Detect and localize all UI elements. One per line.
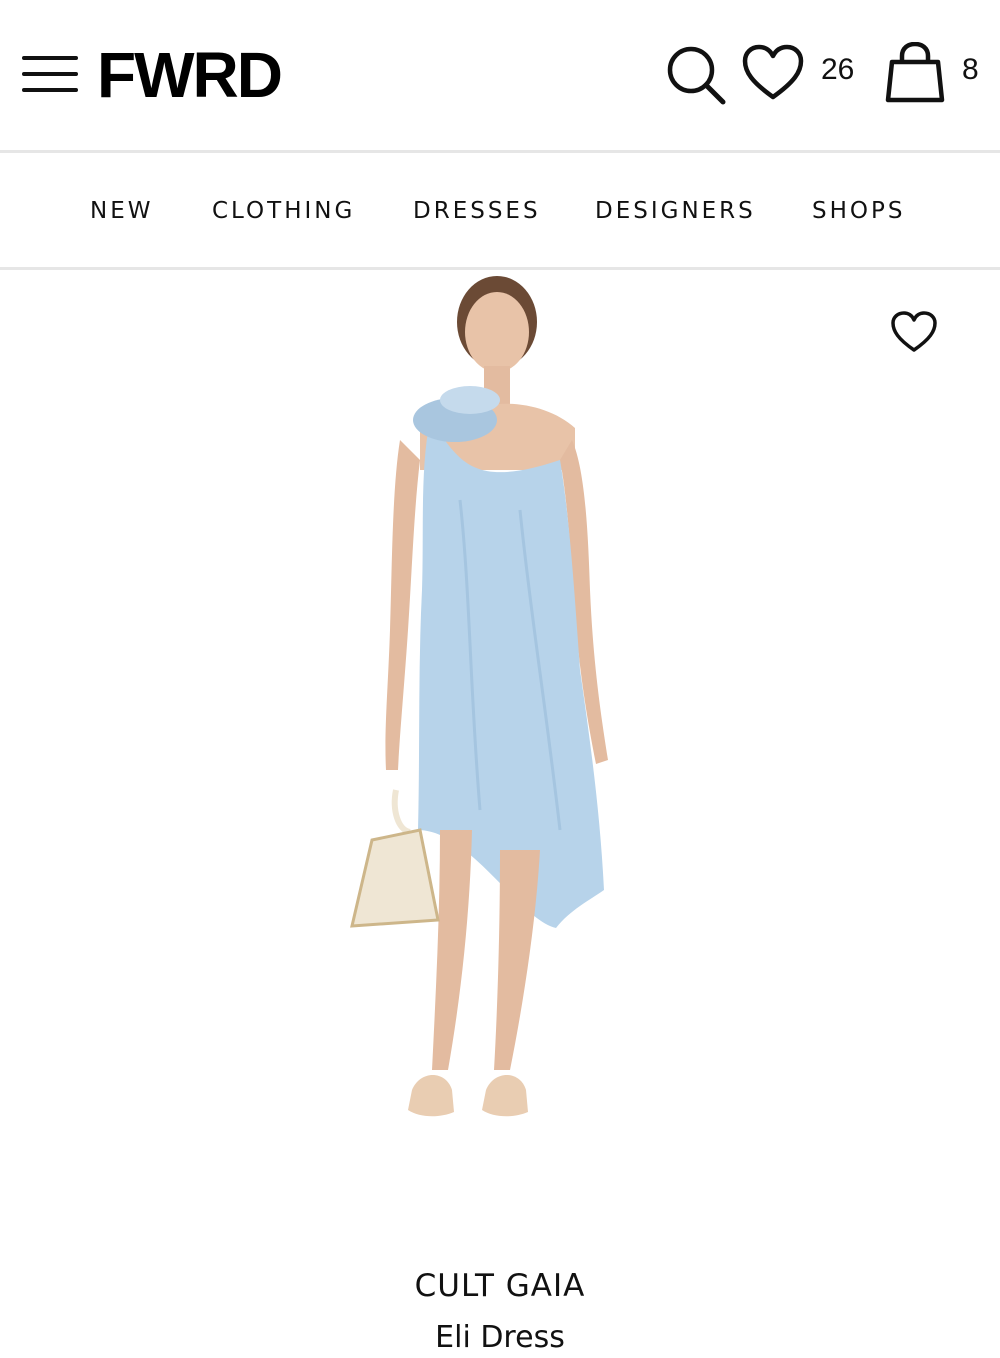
site-header: FWRD 26 8 — [0, 0, 1000, 153]
nav-item-clothing[interactable]: CLOTHING — [212, 197, 355, 225]
bag-count: 8 — [962, 53, 979, 86]
wishlist-count: 26 — [821, 53, 855, 86]
shopping-bag-icon[interactable] — [884, 41, 946, 104]
model-face — [465, 292, 529, 372]
site-logo[interactable]: FWRD — [97, 40, 283, 110]
model-leg-left — [432, 830, 472, 1070]
model-arm-left — [385, 440, 420, 770]
nav-item-new[interactable]: NEW — [90, 197, 153, 225]
model-leg-right — [494, 850, 540, 1070]
search-icon[interactable] — [665, 44, 727, 106]
model-shoe-right — [482, 1075, 528, 1117]
hamburger-menu-icon[interactable] — [22, 52, 78, 96]
handbag — [350, 828, 440, 928]
nav-item-shops[interactable]: SHOPS — [812, 197, 905, 225]
nav-item-dresses[interactable]: DRESSES — [413, 197, 541, 225]
category-nav: NEW CLOTHING DRESSES DESIGNERS SHOPS — [0, 153, 1000, 270]
product-brand[interactable]: CULT GAIA — [0, 1266, 1000, 1306]
product-image[interactable] — [0, 270, 1000, 1230]
nav-item-designers[interactable]: DESIGNERS — [595, 197, 756, 225]
heart-outline-icon[interactable] — [890, 310, 938, 354]
heart-icon[interactable] — [742, 44, 804, 102]
model-shoe-left — [408, 1075, 454, 1117]
product-name[interactable]: Eli Dress — [0, 1318, 1000, 1358]
